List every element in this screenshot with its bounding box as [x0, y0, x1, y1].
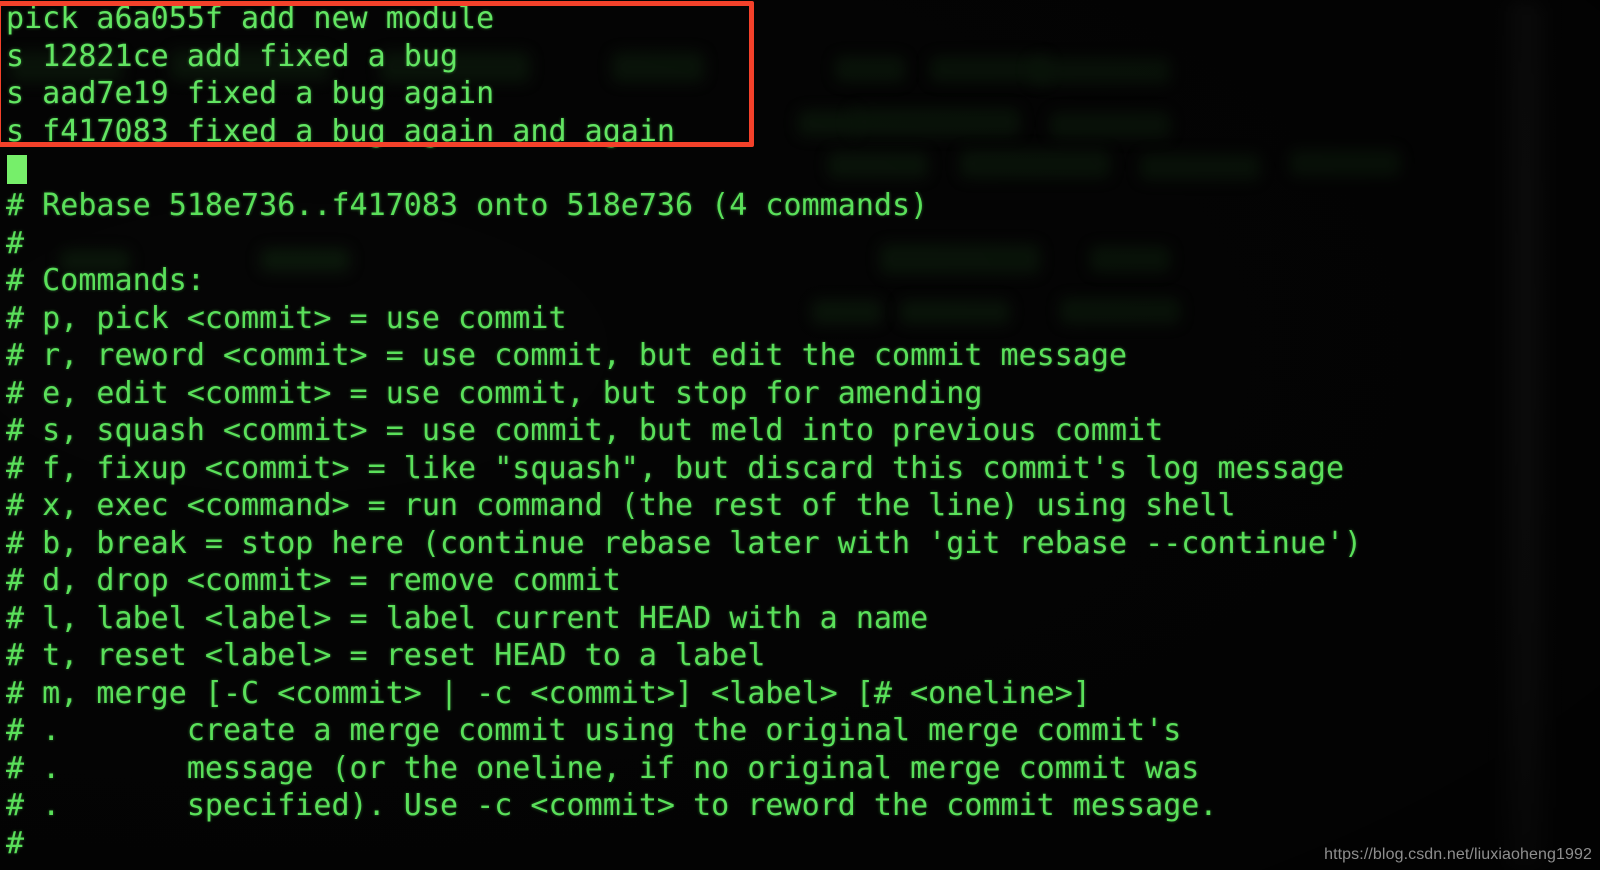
todo-line-3[interactable]: s aad7e19 fixed a bug again — [0, 75, 1600, 113]
comment-line-drop: # d, drop <commit> = remove commit — [6, 563, 621, 598]
terminal-screen: pick a6a055f add new module s 12821ce ad… — [0, 0, 1600, 870]
comment-line-label: # l, label <label> = label current HEAD … — [6, 600, 929, 636]
rebase-todo-editor[interactable]: pick a6a055f add new module s 12821ce ad… — [0, 0, 1600, 870]
comment-line-fixup: # f, fixup <commit> = like "squash", but… — [6, 450, 1345, 486]
comment-line-edit: # e, edit <commit> = use commit, but sto… — [6, 375, 983, 411]
todo-line-2[interactable]: s 12821ce add fixed a bug — [0, 38, 1600, 76]
watermark-text: https://blog.csdn.net/liuxiaoheng1992 — [1324, 846, 1592, 863]
comment-line-reset: # t, reset <label> = reset HEAD to a lab… — [6, 638, 766, 673]
comment-line-rebase-header: # Rebase 518e736..f417083 onto 518e736 (… — [6, 188, 929, 223]
comment-line-merge: # m, merge [-C <commit> | -c <commit>] <… — [6, 675, 1091, 711]
comment-line-merge-detail-1: # . create a merge commit using the orig… — [6, 713, 1182, 748]
comment-line-pick: # p, pick <commit> = use commit — [6, 300, 567, 336]
todo-line-1[interactable]: pick a6a055f add new module — [0, 0, 1600, 38]
comment-line-reword: # r, reword <commit> = use commit, but e… — [6, 338, 1128, 373]
comment-line-exec: # x, exec <command> = run command (the r… — [6, 488, 1236, 523]
todo-line-4[interactable]: s f417083 fixed a bug again and again — [0, 113, 1600, 151]
comment-line-break: # b, break = stop here (continue rebase … — [6, 525, 1363, 561]
cursor-line[interactable] — [0, 150, 1600, 187]
comment-line-merge-detail-2: # . message (or the oneline, if no origi… — [6, 750, 1200, 786]
text-cursor — [7, 155, 27, 184]
comment-line-blank-1: # — [6, 225, 25, 261]
comment-line-merge-detail-3: # . specified). Use -c <commit> to rewor… — [6, 788, 1218, 823]
comment-line-squash: # s, squash <commit> = use commit, but m… — [6, 413, 1164, 448]
comment-line-commands-heading: # Commands: — [6, 263, 205, 298]
